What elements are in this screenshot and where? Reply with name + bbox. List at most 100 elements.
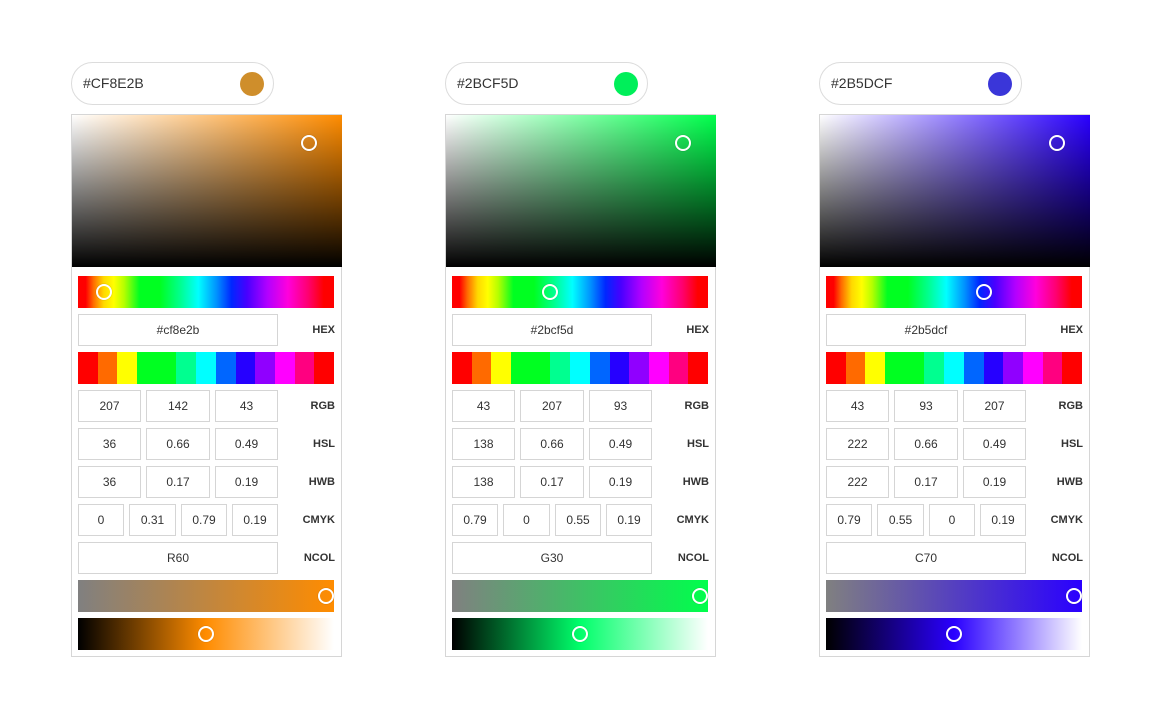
palette-swatch[interactable] — [963, 352, 984, 384]
cmyk-k-field[interactable]: 0.19 — [980, 504, 1026, 536]
color-input-pill[interactable]: #CF8E2B — [71, 62, 274, 105]
sv-handle[interactable] — [1049, 135, 1065, 151]
rgb-r-field[interactable]: 207 — [78, 390, 141, 422]
hsl-s-field[interactable]: 0.66 — [520, 428, 584, 460]
palette-strip[interactable] — [452, 352, 708, 384]
saturation-slider[interactable] — [78, 580, 334, 612]
color-input-text[interactable]: #CF8E2B — [83, 63, 144, 104]
hsl-s-field[interactable]: 0.66 — [894, 428, 958, 460]
palette-swatch[interactable] — [629, 352, 649, 384]
palette-swatch[interactable] — [550, 352, 571, 384]
palette-swatch[interactable] — [609, 352, 630, 384]
saturation-slider-handle[interactable] — [1066, 588, 1082, 604]
hue-slider-handle[interactable] — [542, 284, 558, 300]
cmyk-k-field[interactable]: 0.19 — [606, 504, 652, 536]
hsl-l-field[interactable]: 0.49 — [215, 428, 278, 460]
hsl-h-field[interactable]: 36 — [78, 428, 141, 460]
cmyk-m-field[interactable]: 0 — [503, 504, 550, 536]
rgb-b-field[interactable]: 43 — [215, 390, 278, 422]
saturation-value-area[interactable] — [72, 115, 342, 267]
cmyk-y-field[interactable]: 0 — [929, 504, 975, 536]
saturation-slider[interactable] — [452, 580, 708, 612]
cmyk-k-field[interactable]: 0.19 — [232, 504, 278, 536]
palette-swatch[interactable] — [1003, 352, 1023, 384]
palette-strip[interactable] — [826, 352, 1082, 384]
cmyk-m-field[interactable]: 0.31 — [129, 504, 176, 536]
sv-handle[interactable] — [675, 135, 691, 151]
color-swatch[interactable] — [988, 72, 1012, 96]
palette-swatch[interactable] — [235, 352, 256, 384]
hsl-l-field[interactable]: 0.49 — [589, 428, 652, 460]
palette-swatch[interactable] — [845, 352, 866, 384]
sv-handle[interactable] — [301, 135, 317, 151]
palette-swatch[interactable] — [530, 352, 551, 384]
hwb-w-field[interactable]: 0.17 — [146, 466, 210, 498]
color-swatch[interactable] — [614, 72, 638, 96]
lightness-slider-handle[interactable] — [946, 626, 962, 642]
hue-slider-handle[interactable] — [96, 284, 112, 300]
hue-slider[interactable] — [452, 276, 708, 308]
palette-swatch[interactable] — [294, 352, 315, 384]
saturation-slider[interactable] — [826, 580, 1082, 612]
hwb-w-field[interactable]: 0.17 — [894, 466, 958, 498]
lightness-slider-handle[interactable] — [572, 626, 588, 642]
palette-swatch[interactable] — [668, 352, 689, 384]
color-input-pill[interactable]: #2BCF5D — [445, 62, 648, 105]
palette-swatch[interactable] — [274, 352, 295, 384]
hex-field[interactable]: #cf8e2b — [78, 314, 278, 346]
hsl-s-field[interactable]: 0.66 — [146, 428, 210, 460]
palette-swatch[interactable] — [137, 352, 157, 384]
hex-field[interactable]: #2b5dcf — [826, 314, 1026, 346]
cmyk-c-field[interactable]: 0.79 — [826, 504, 872, 536]
palette-swatch[interactable] — [176, 352, 197, 384]
color-input-text[interactable]: #2BCF5D — [457, 63, 518, 104]
saturation-slider-handle[interactable] — [318, 588, 334, 604]
palette-swatch[interactable] — [314, 352, 334, 384]
hue-slider-handle[interactable] — [976, 284, 992, 300]
palette-swatch[interactable] — [688, 352, 708, 384]
hwb-h-field[interactable]: 138 — [452, 466, 515, 498]
palette-swatch[interactable] — [1042, 352, 1063, 384]
hsl-l-field[interactable]: 0.49 — [963, 428, 1026, 460]
hwb-b-field[interactable]: 0.19 — [963, 466, 1026, 498]
rgb-r-field[interactable]: 43 — [452, 390, 515, 422]
saturation-slider-handle[interactable] — [692, 588, 708, 604]
palette-swatch[interactable] — [255, 352, 275, 384]
rgb-g-field[interactable]: 207 — [520, 390, 584, 422]
lightness-slider[interactable] — [826, 618, 1082, 650]
cmyk-c-field[interactable]: 0 — [78, 504, 124, 536]
hex-field[interactable]: #2bcf5d — [452, 314, 652, 346]
lightness-slider[interactable] — [78, 618, 334, 650]
hsl-h-field[interactable]: 138 — [452, 428, 515, 460]
palette-swatch[interactable] — [471, 352, 492, 384]
ncol-field[interactable]: G30 — [452, 542, 652, 574]
palette-swatch[interactable] — [904, 352, 925, 384]
rgb-g-field[interactable]: 142 — [146, 390, 210, 422]
palette-swatch[interactable] — [570, 352, 590, 384]
rgb-r-field[interactable]: 43 — [826, 390, 889, 422]
palette-swatch[interactable] — [826, 352, 846, 384]
palette-swatch[interactable] — [924, 352, 945, 384]
hwb-w-field[interactable]: 0.17 — [520, 466, 584, 498]
cmyk-m-field[interactable]: 0.55 — [877, 504, 924, 536]
color-swatch[interactable] — [240, 72, 264, 96]
ncol-field[interactable]: R60 — [78, 542, 278, 574]
palette-swatch[interactable] — [648, 352, 669, 384]
hsl-h-field[interactable]: 222 — [826, 428, 889, 460]
palette-swatch[interactable] — [589, 352, 610, 384]
palette-swatch[interactable] — [885, 352, 905, 384]
rgb-g-field[interactable]: 93 — [894, 390, 958, 422]
palette-swatch[interactable] — [196, 352, 216, 384]
lightness-slider[interactable] — [452, 618, 708, 650]
palette-swatch[interactable] — [491, 352, 512, 384]
cmyk-y-field[interactable]: 0.55 — [555, 504, 601, 536]
palette-swatch[interactable] — [452, 352, 472, 384]
hwb-h-field[interactable]: 36 — [78, 466, 141, 498]
palette-swatch[interactable] — [78, 352, 98, 384]
palette-swatch[interactable] — [511, 352, 531, 384]
color-input-pill[interactable]: #2B5DCF — [819, 62, 1022, 105]
palette-swatch[interactable] — [117, 352, 138, 384]
saturation-value-area[interactable] — [820, 115, 1090, 267]
saturation-value-area[interactable] — [446, 115, 716, 267]
hue-slider[interactable] — [78, 276, 334, 308]
